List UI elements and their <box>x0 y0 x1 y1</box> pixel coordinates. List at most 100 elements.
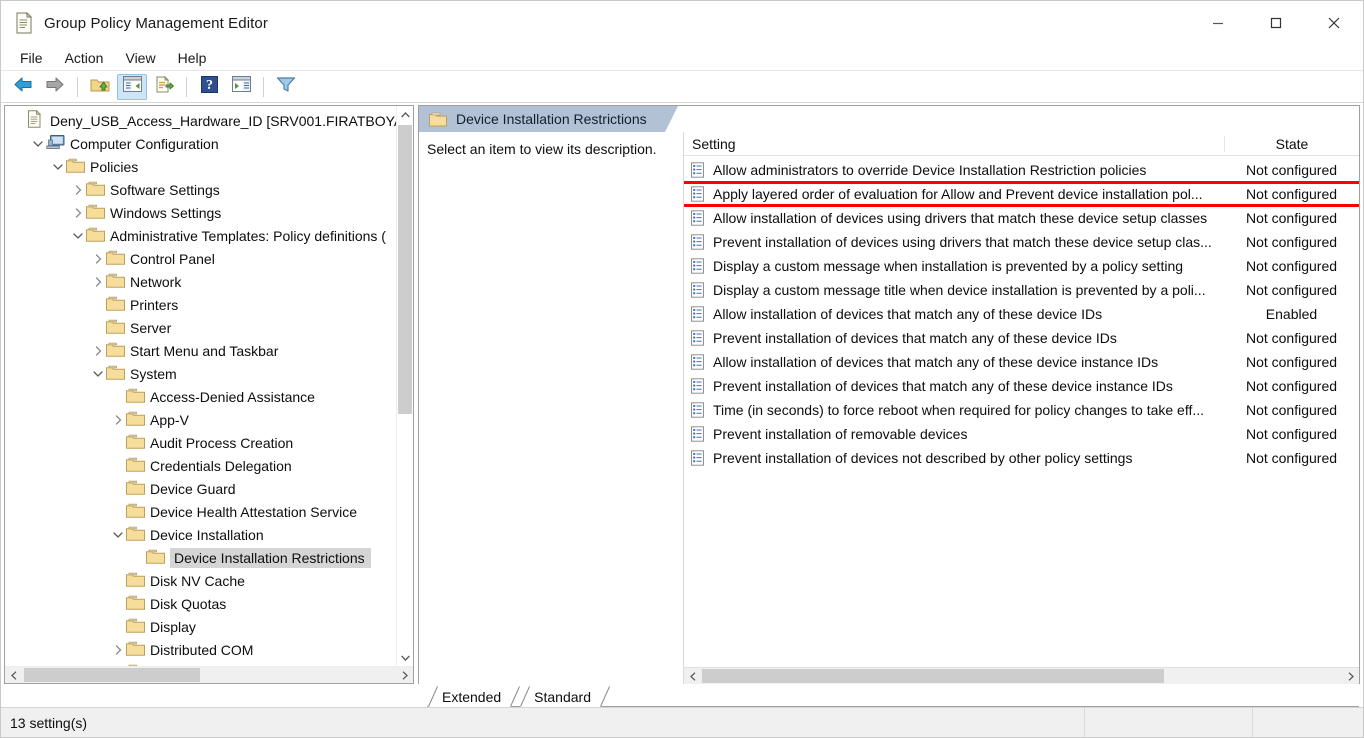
tree-node-device-guard[interactable]: Device Guard <box>5 477 396 500</box>
tree-vertical-scrollbar[interactable] <box>396 106 413 666</box>
tree-node-device-installation-restrictions[interactable]: Device Installation Restrictions <box>5 546 396 569</box>
tree-node-network[interactable]: Network <box>5 270 396 293</box>
settings-hscroll-left-arrow[interactable] <box>684 668 701 684</box>
chevron-right-icon[interactable] <box>89 253 106 264</box>
tree-node-policies[interactable]: Policies <box>5 155 396 178</box>
tree-node-credentials-delegation[interactable]: Credentials Delegation <box>5 454 396 477</box>
forward-button[interactable] <box>40 74 70 100</box>
settings-hscroll-track[interactable] <box>701 668 1342 684</box>
tree-hscroll-track[interactable] <box>22 667 396 683</box>
chevron-down-icon[interactable] <box>109 531 126 539</box>
tree-hscroll-left-arrow[interactable] <box>5 667 22 683</box>
settings-row[interactable]: Allow administrators to override Device … <box>684 158 1359 182</box>
chevron-right-icon[interactable] <box>69 207 86 218</box>
tree-hscroll-right-arrow[interactable] <box>396 667 413 683</box>
chevron-right-icon[interactable] <box>89 276 106 287</box>
minimize-button[interactable] <box>1189 1 1247 45</box>
menu-action[interactable]: Action <box>54 47 115 69</box>
tree-node-start-menu-and-taskbar[interactable]: Start Menu and Taskbar <box>5 339 396 362</box>
computer-icon <box>46 134 65 153</box>
policy-setting-icon <box>690 234 706 250</box>
menu-view[interactable]: View <box>114 47 166 69</box>
show-hide-tree-button[interactable] <box>117 73 147 100</box>
settings-row[interactable]: Display a custom message when installati… <box>684 254 1359 278</box>
tree-scroll-thumb[interactable] <box>398 125 412 415</box>
tree-node-label: Software Settings <box>110 181 220 198</box>
folder-up-icon <box>90 76 110 98</box>
chevron-down-icon[interactable] <box>49 163 66 171</box>
tree-scroll-down-arrow[interactable] <box>397 649 413 666</box>
settings-row[interactable]: Prevent installation of devices that mat… <box>684 374 1359 398</box>
settings-list[interactable]: Allow administrators to override Device … <box>684 156 1359 667</box>
tree-node-label: Disk Quotas <box>150 595 227 612</box>
help-button[interactable]: ? <box>194 74 224 100</box>
up-one-level-button[interactable] <box>85 74 115 100</box>
tree-node-disk-nv-cache[interactable]: Disk NV Cache <box>5 569 396 592</box>
settings-row[interactable]: Prevent installation of devices that mat… <box>684 326 1359 350</box>
window-title: Group Policy Management Editor <box>44 14 268 32</box>
settings-hscroll-right-arrow[interactable] <box>1342 668 1359 684</box>
filter-button[interactable] <box>271 74 301 100</box>
tree-node-administrative-templates-policy-definitions[interactable]: Administrative Templates: Policy definit… <box>5 224 396 247</box>
tree-node-printers[interactable]: Printers <box>5 293 396 316</box>
tree-node-windows-settings[interactable]: Windows Settings <box>5 201 396 224</box>
tree-scroll-up-arrow[interactable] <box>397 106 413 123</box>
folder-icon <box>126 526 145 544</box>
tree-node-control-panel[interactable]: Control Panel <box>5 247 396 270</box>
chevron-right-icon[interactable] <box>109 414 126 425</box>
tree-node-audit-process-creation[interactable]: Audit Process Creation <box>5 431 396 454</box>
settings-row-label: Prevent installation of removable device… <box>713 426 968 442</box>
chevron-down-icon[interactable] <box>69 232 86 240</box>
settings-row[interactable]: Display a custom message title when devi… <box>684 278 1359 302</box>
policy-setting-icon <box>690 162 706 178</box>
maximize-button[interactable] <box>1247 1 1305 45</box>
close-button[interactable] <box>1305 1 1363 45</box>
back-button[interactable] <box>8 74 38 100</box>
tree-node-computer-configuration[interactable]: Computer Configuration <box>5 132 396 155</box>
tree-node-app-v[interactable]: App-V <box>5 408 396 431</box>
chevron-down-icon[interactable] <box>89 370 106 378</box>
chevron-right-icon[interactable] <box>69 184 86 195</box>
tree-node-driver-installation[interactable]: Driver Installation <box>5 661 396 666</box>
settings-horizontal-scrollbar[interactable] <box>684 667 1359 684</box>
settings-row[interactable]: Time (in seconds) to force reboot when r… <box>684 398 1359 422</box>
status-bar: 13 setting(s) <box>1 707 1363 737</box>
settings-row[interactable]: Allow installation of devices that match… <box>684 302 1359 326</box>
tree-node-deny-usb-access-hardware-id-srv001-firatboyan-lc[interactable]: Deny_USB_Access_Hardware_ID [SRV001.FIRA… <box>5 109 396 132</box>
tree-horizontal-scrollbar[interactable] <box>5 666 413 683</box>
tab-standard[interactable]: Standard <box>520 686 610 707</box>
tree-node-device-installation[interactable]: Device Installation <box>5 523 396 546</box>
tree-node-access-denied-assistance[interactable]: Access-Denied Assistance <box>5 385 396 408</box>
tree-node-disk-quotas[interactable]: Disk Quotas <box>5 592 396 615</box>
tree-node-device-health-attestation-service[interactable]: Device Health Attestation Service <box>5 500 396 523</box>
settings-row[interactable]: Allow installation of devices using driv… <box>684 206 1359 230</box>
tree-hscroll-thumb[interactable] <box>24 668 200 682</box>
export-list-button[interactable] <box>149 74 179 100</box>
tree-node-server[interactable]: Server <box>5 316 396 339</box>
tab-extended[interactable]: Extended <box>428 686 521 707</box>
folder-icon <box>106 296 125 314</box>
settings-row[interactable]: Apply layered order of evaluation for Al… <box>684 181 1359 207</box>
properties-button[interactable] <box>226 74 256 100</box>
menu-file[interactable]: File <box>9 47 54 69</box>
settings-row[interactable]: Allow installation of devices that match… <box>684 350 1359 374</box>
tree-node-label: Server <box>130 319 172 336</box>
settings-row[interactable]: Prevent installation of removable device… <box>684 422 1359 446</box>
properties-window-icon <box>231 76 251 97</box>
chevron-right-icon[interactable] <box>89 345 106 356</box>
settings-row[interactable]: Prevent installation of devices using dr… <box>684 230 1359 254</box>
tree-node-distributed-com[interactable]: Distributed COM <box>5 638 396 661</box>
menu-help[interactable]: Help <box>167 47 218 69</box>
chevron-right-icon[interactable] <box>109 644 126 655</box>
tree-node-system[interactable]: System <box>5 362 396 385</box>
tree-scroll-track[interactable] <box>397 123 413 649</box>
settings-hscroll-thumb[interactable] <box>702 669 1164 683</box>
column-header-setting[interactable]: Setting <box>684 136 1224 152</box>
console-tree[interactable]: Deny_USB_Access_Hardware_ID [SRV001.FIRA… <box>5 106 396 666</box>
tree-node-software-settings[interactable]: Software Settings <box>5 178 396 201</box>
chevron-down-icon[interactable] <box>29 140 46 148</box>
settings-row[interactable]: Prevent installation of devices not desc… <box>684 446 1359 470</box>
tree-node-display[interactable]: Display <box>5 615 396 638</box>
tree-node-label: Device Installation <box>150 526 264 543</box>
column-header-state[interactable]: State <box>1224 135 1359 152</box>
